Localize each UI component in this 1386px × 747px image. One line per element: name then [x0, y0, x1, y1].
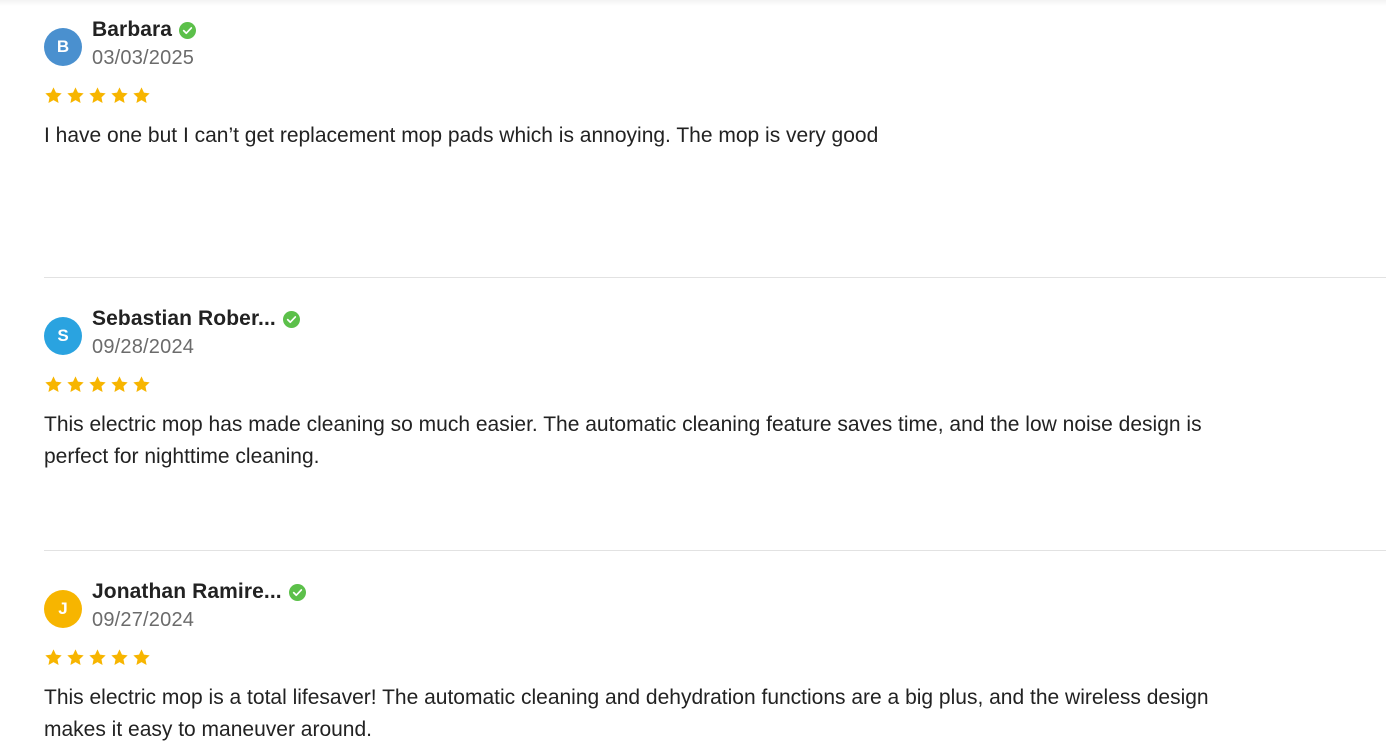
star-icon [45, 376, 62, 392]
star-icon [111, 649, 128, 665]
top-shadow [0, 0, 1386, 6]
avatar: J [44, 590, 82, 628]
star-icon [133, 649, 150, 665]
star-icon [111, 87, 128, 103]
reviewer-name: Jonathan Ramire... [92, 580, 282, 603]
review-text: This electric mop is a total lifesaver! … [44, 686, 1209, 741]
review-header: S Sebastian Rober... 09/28/2024 [44, 305, 1386, 365]
star-rating [44, 375, 1386, 397]
verified-check-icon [288, 583, 306, 601]
review-divider [44, 550, 1386, 551]
review-text: I have one but I can’t get replacement m… [44, 124, 879, 147]
reviewer-name: Barbara [92, 18, 173, 41]
review-item: S Sebastian Rober... 09/28/2024 This ele… [44, 305, 1386, 473]
star-icon [89, 87, 106, 103]
review-date: 09/28/2024 [92, 336, 195, 358]
star-icon [111, 376, 128, 392]
star-icon [133, 87, 150, 103]
review-header: B Barbara 03/03/2025 [44, 16, 1386, 76]
star-icon [89, 649, 106, 665]
star-rating [44, 86, 1386, 108]
avatar: B [44, 28, 82, 66]
verified-check-icon [179, 21, 197, 39]
star-rating [44, 648, 1386, 670]
star-icon [133, 376, 150, 392]
reviewer-name: Sebastian Rober... [92, 307, 276, 330]
star-icon [45, 649, 62, 665]
verified-check-icon [282, 310, 300, 328]
avatar: S [44, 317, 82, 355]
review-header: J Jonathan Ramire... 09/27/2024 [44, 578, 1386, 638]
star-icon [89, 376, 106, 392]
star-icon [67, 376, 84, 392]
star-icon [67, 87, 84, 103]
star-icon [45, 87, 62, 103]
review-text: This electric mop has made cleaning so m… [44, 413, 1202, 468]
review-date: 09/27/2024 [92, 609, 195, 631]
review-item: J Jonathan Ramire... 09/27/2024 This ele… [44, 578, 1386, 746]
review-date: 03/03/2025 [92, 47, 195, 69]
review-divider [44, 277, 1386, 278]
review-item: B Barbara 03/03/2025 I have one but I ca… [44, 16, 1386, 152]
star-icon [67, 649, 84, 665]
